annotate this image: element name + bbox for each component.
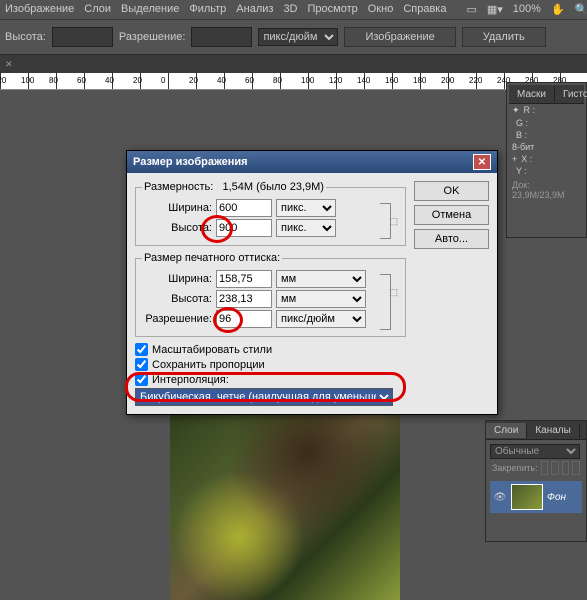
zoom-icon[interactable]: 🔍 bbox=[575, 3, 587, 16]
tab-channels[interactable]: Каналы bbox=[527, 423, 580, 438]
height-label: Высота: bbox=[142, 222, 212, 234]
visibility-icon[interactable]: 👁 bbox=[493, 492, 507, 503]
doc-size-label: Док: 23,9M/23,9M bbox=[509, 177, 584, 203]
opt-delete-button[interactable]: Удалить bbox=[462, 27, 546, 47]
menu-view[interactable]: Просмотр bbox=[308, 3, 358, 16]
height-unit-select[interactable]: пикс. bbox=[276, 219, 336, 237]
resolution-label: Разрешение: bbox=[142, 313, 212, 325]
link-icon[interactable] bbox=[380, 203, 391, 239]
tab-layers[interactable]: Слои bbox=[486, 423, 527, 438]
arrange-icon[interactable]: ▦▾ bbox=[487, 3, 503, 16]
print-width-unit-select[interactable]: мм bbox=[276, 270, 366, 288]
image-size-dialog: Размер изображения ✕ Размерность: 1,54M … bbox=[126, 150, 498, 415]
close-tab-icon[interactable]: ✕ bbox=[5, 59, 13, 70]
print-size-group: Размер печатного оттиска: Ширина: мм Выс… bbox=[135, 252, 406, 337]
lock-pixels-icon[interactable] bbox=[551, 461, 559, 475]
width-label: Ширина: bbox=[142, 202, 212, 214]
info-panel: Маски Гистограм ✦R : G : B : 8-бит +X : … bbox=[506, 82, 587, 238]
print-width-label: Ширина: bbox=[142, 273, 212, 285]
auto-button[interactable]: Авто... bbox=[414, 229, 489, 249]
workspace-icon[interactable]: ▭ bbox=[466, 3, 476, 16]
print-width-input[interactable] bbox=[216, 270, 272, 288]
link-icon[interactable] bbox=[380, 274, 391, 330]
tab-masks[interactable]: Маски bbox=[509, 87, 555, 102]
scale-styles-checkbox[interactable] bbox=[135, 343, 148, 356]
layer-row[interactable]: 👁 Фон bbox=[490, 481, 582, 513]
tab-paths[interactable]: Контур bbox=[580, 423, 587, 438]
menu-window[interactable]: Окно bbox=[368, 3, 394, 16]
interpolation-checkbox[interactable] bbox=[135, 373, 148, 386]
cancel-button[interactable]: Отмена bbox=[414, 205, 489, 225]
interpolation-select[interactable]: Бикубическая, четче (наилучшая для умень… bbox=[135, 388, 393, 406]
menu-layers[interactable]: Слои bbox=[84, 3, 111, 16]
opt-res-label: Разрешение: bbox=[119, 31, 186, 43]
height-input[interactable] bbox=[216, 219, 272, 237]
image-preview bbox=[170, 390, 400, 600]
dialog-titlebar[interactable]: Размер изображения ✕ bbox=[127, 151, 497, 173]
opt-image-button[interactable]: Изображение bbox=[344, 27, 455, 47]
print-height-unit-select[interactable]: мм bbox=[276, 290, 366, 308]
hand-icon[interactable]: ✋ bbox=[551, 3, 565, 16]
pixel-dimensions-group: Размерность: 1,54M (было 23,9M) Ширина: … bbox=[135, 181, 406, 246]
dialog-title-text: Размер изображения bbox=[133, 156, 248, 168]
lock-all-icon[interactable] bbox=[572, 461, 580, 475]
print-height-label: Высота: bbox=[142, 293, 212, 305]
close-icon[interactable]: ✕ bbox=[473, 154, 491, 170]
opt-res-input[interactable] bbox=[191, 27, 252, 47]
width-unit-select[interactable]: пикс. bbox=[276, 199, 336, 217]
horizontal-ruler: document.write(Array.from({length:30},(_… bbox=[0, 73, 587, 90]
document-tab-strip: ✕ bbox=[0, 55, 587, 73]
resolution-unit-select[interactable]: пикс/дюйм bbox=[276, 310, 366, 328]
layers-panel: Слои Каналы Контур Обычные Закрепить: 👁 … bbox=[485, 420, 587, 542]
zoom-level: 100% bbox=[513, 3, 541, 16]
menu-help[interactable]: Справка bbox=[403, 3, 446, 16]
lock-position-icon[interactable] bbox=[562, 461, 570, 475]
opt-height-label: Высота: bbox=[5, 31, 46, 43]
menu-bar: Изображение Слои Выделение Фильтр Анализ… bbox=[0, 0, 587, 20]
print-height-input[interactable] bbox=[216, 290, 272, 308]
width-input[interactable] bbox=[216, 199, 272, 217]
menu-select[interactable]: Выделение bbox=[121, 3, 179, 16]
opt-unit-select[interactable]: пикс/дюйм bbox=[258, 28, 338, 46]
resolution-input[interactable] bbox=[216, 310, 272, 328]
layer-thumbnail bbox=[511, 484, 543, 510]
constrain-proportions-checkbox[interactable] bbox=[135, 358, 148, 371]
menu-filter[interactable]: Фильтр bbox=[189, 3, 226, 16]
blend-mode-select[interactable]: Обычные bbox=[490, 444, 580, 459]
lock-transparency-icon[interactable] bbox=[541, 461, 549, 475]
tab-histogram[interactable]: Гистограм bbox=[555, 87, 587, 102]
opt-height-input[interactable] bbox=[52, 27, 113, 47]
menu-image[interactable]: Изображение bbox=[5, 3, 74, 16]
layer-name: Фон bbox=[547, 492, 566, 503]
options-bar: Высота: Разрешение: пикс/дюйм Изображени… bbox=[0, 20, 587, 55]
ok-button[interactable]: OK bbox=[414, 181, 489, 201]
menu-analysis[interactable]: Анализ bbox=[236, 3, 273, 16]
menu-3d[interactable]: 3D bbox=[283, 3, 297, 16]
